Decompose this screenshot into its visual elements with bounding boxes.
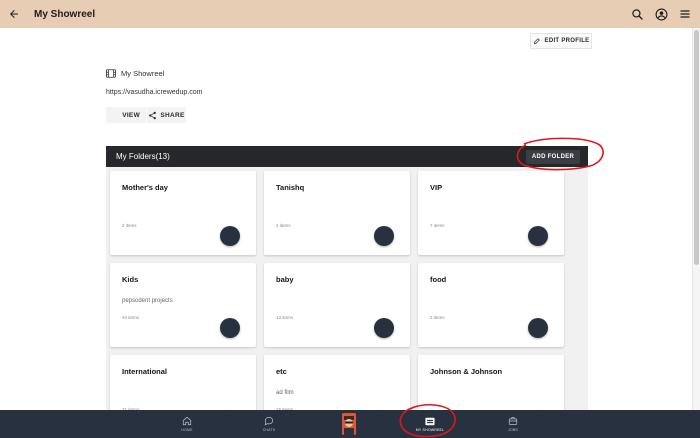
nav-label: JOBS — [508, 428, 518, 432]
folder-action-button[interactable] — [528, 318, 548, 338]
folder-action-button[interactable] — [220, 226, 240, 246]
folder-name: Johnson & Johnson — [430, 367, 503, 376]
folder-name: International — [122, 367, 168, 376]
share-button[interactable]: SHARE — [147, 107, 186, 123]
folders-header: My Folders(13) ADD FOLDER — [106, 146, 588, 167]
avatar[interactable] — [342, 413, 356, 435]
app-bar: My Showreel — [0, 0, 700, 28]
chat-icon — [264, 416, 274, 426]
menu-button[interactable] — [676, 5, 694, 23]
folder-description: pepsodent projects — [122, 298, 173, 304]
view-button[interactable]: VIEW — [106, 107, 146, 123]
folder-grid: Mother's day 2 items Tanishq 2 items VIP… — [106, 167, 588, 438]
showreel-heading: My Showreel — [106, 69, 164, 78]
folder-name: etc — [276, 367, 287, 376]
back-arrow-icon — [10, 10, 18, 18]
folder-action-button[interactable] — [220, 318, 240, 338]
briefcase-icon — [508, 417, 518, 425]
folder-card[interactable]: food 2 items — [418, 263, 564, 347]
film-icon — [425, 417, 435, 425]
menu-icon — [680, 10, 690, 18]
folder-name: VIP — [430, 183, 443, 192]
add-folder-button[interactable]: ADD FOLDER — [526, 150, 580, 164]
nav-label: HOME — [181, 428, 193, 432]
edit-profile-label: EDIT PROFILE — [544, 38, 590, 44]
film-icon — [106, 69, 116, 78]
nav-label: MY SHOWREEL — [415, 427, 445, 432]
folder-item-count: 13 items — [276, 315, 294, 320]
folder-name: Kids — [122, 275, 139, 284]
search-button[interactable] — [628, 5, 646, 23]
edit-profile-button[interactable]: EDIT PROFILE — [530, 33, 592, 49]
folder-item-count: 2 items — [122, 223, 137, 228]
nav-item-home[interactable]: HOME — [176, 410, 198, 438]
folder-item-count: 10 items — [122, 315, 140, 320]
folder-name: Mother's day — [122, 183, 168, 192]
folder-card[interactable]: Tanishq 2 items — [264, 171, 410, 255]
nav-item-jobs[interactable]: JOBS — [502, 410, 524, 438]
folder-item-count: 2 items — [276, 223, 291, 228]
edit-icon — [533, 38, 540, 44]
showreel-label: My Showreel — [121, 69, 165, 78]
folder-item-count: 7 items — [430, 223, 445, 228]
nav-item-chats[interactable]: CHATS — [258, 410, 280, 438]
account-icon — [655, 8, 667, 20]
search-icon — [631, 8, 643, 20]
folder-name: baby — [276, 275, 294, 284]
share-label: SHARE — [160, 111, 185, 119]
folders-title: My Folders(13) — [116, 152, 170, 161]
folder-action-button[interactable] — [374, 318, 394, 338]
app-bar-actions — [628, 0, 694, 28]
nav-item-my-showreel[interactable]: MY SHOWREEL — [410, 410, 450, 438]
add-folder-label: ADD FOLDER — [531, 154, 575, 160]
folder-action-button[interactable] — [528, 226, 548, 246]
back-button[interactable] — [0, 0, 28, 28]
page-title: My Showreel — [34, 8, 96, 20]
scrollbar-thumb[interactable] — [694, 30, 699, 265]
folder-card[interactable]: Kids pepsodent projects 10 items — [110, 263, 256, 347]
share-icon — [149, 111, 157, 119]
folder-action-button[interactable] — [374, 226, 394, 246]
folder-name: food — [430, 275, 447, 284]
folder-card[interactable]: baby 13 items — [264, 263, 410, 347]
profile-url[interactable]: https://vasudha.icrewedup.com — [106, 89, 203, 96]
folder-item-count: 2 items — [430, 315, 445, 320]
folder-card[interactable]: VIP 7 items — [418, 171, 564, 255]
folder-name: Tanishq — [276, 183, 305, 192]
folder-card[interactable]: Mother's day 2 items — [110, 171, 256, 255]
screen: { "appbar": { "title": "My Showreel", "i… — [0, 0, 700, 438]
account-button[interactable] — [652, 5, 670, 23]
nav-label: CHATS — [262, 428, 276, 432]
view-label: VIEW — [122, 111, 140, 119]
folder-description: ad film — [276, 390, 294, 396]
avatar-illustration — [342, 413, 356, 435]
scrollbar[interactable] — [692, 28, 700, 410]
home-icon — [182, 416, 192, 426]
